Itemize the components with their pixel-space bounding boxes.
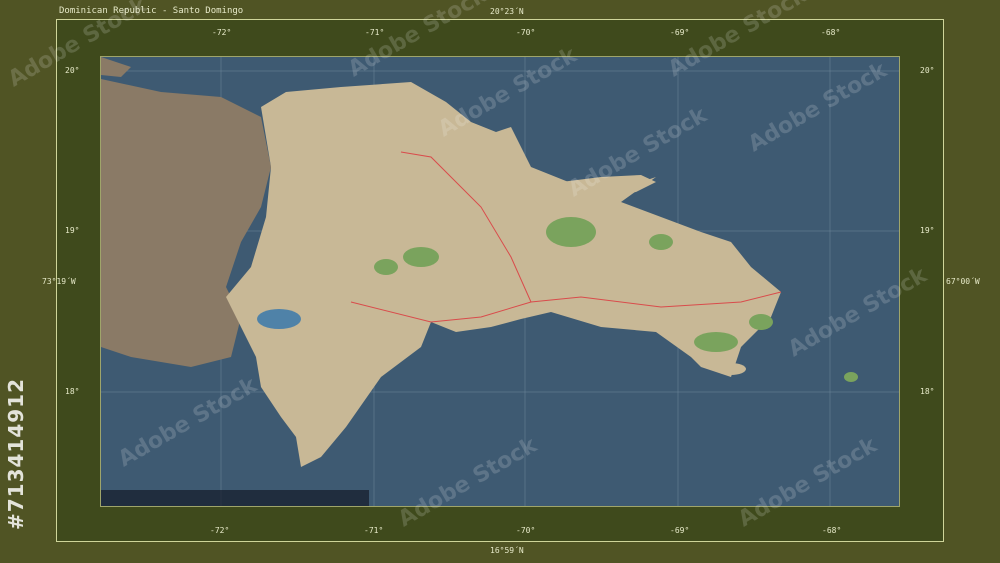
right-longitude-label: 67°00´W bbox=[946, 277, 980, 286]
bottom-lon-tick: -72° bbox=[210, 526, 230, 535]
left-lat-tick: 18° bbox=[65, 387, 80, 396]
top-latitude-label: 20°23´N bbox=[490, 7, 524, 16]
scale-bar bbox=[101, 490, 369, 506]
right-lat-tick: 18° bbox=[920, 387, 935, 396]
right-lat-tick: 20° bbox=[920, 66, 935, 75]
left-longitude-label: 73°19´W bbox=[42, 277, 76, 286]
bottom-lon-tick: -71° bbox=[364, 526, 384, 535]
stock-id: #713414912 bbox=[4, 377, 28, 530]
mona-island bbox=[844, 372, 858, 382]
lake-enriquillo bbox=[257, 309, 301, 329]
right-lat-tick: 19° bbox=[920, 226, 935, 235]
bottom-lon-tick: -68° bbox=[822, 526, 842, 535]
bottom-lon-tick: -70° bbox=[516, 526, 536, 535]
top-lon-tick: -68° bbox=[821, 28, 841, 37]
top-lon-tick: -72° bbox=[212, 28, 232, 37]
top-lon-tick: -70° bbox=[516, 28, 536, 37]
top-lon-tick: -69° bbox=[670, 28, 690, 37]
left-lat-tick: 20° bbox=[65, 66, 80, 75]
saona-island bbox=[716, 363, 746, 375]
bottom-lon-tick: -69° bbox=[670, 526, 690, 535]
top-lon-tick: -71° bbox=[365, 28, 385, 37]
bottom-latitude-label: 16°59´N bbox=[490, 546, 524, 555]
left-lat-tick: 19° bbox=[65, 226, 80, 235]
